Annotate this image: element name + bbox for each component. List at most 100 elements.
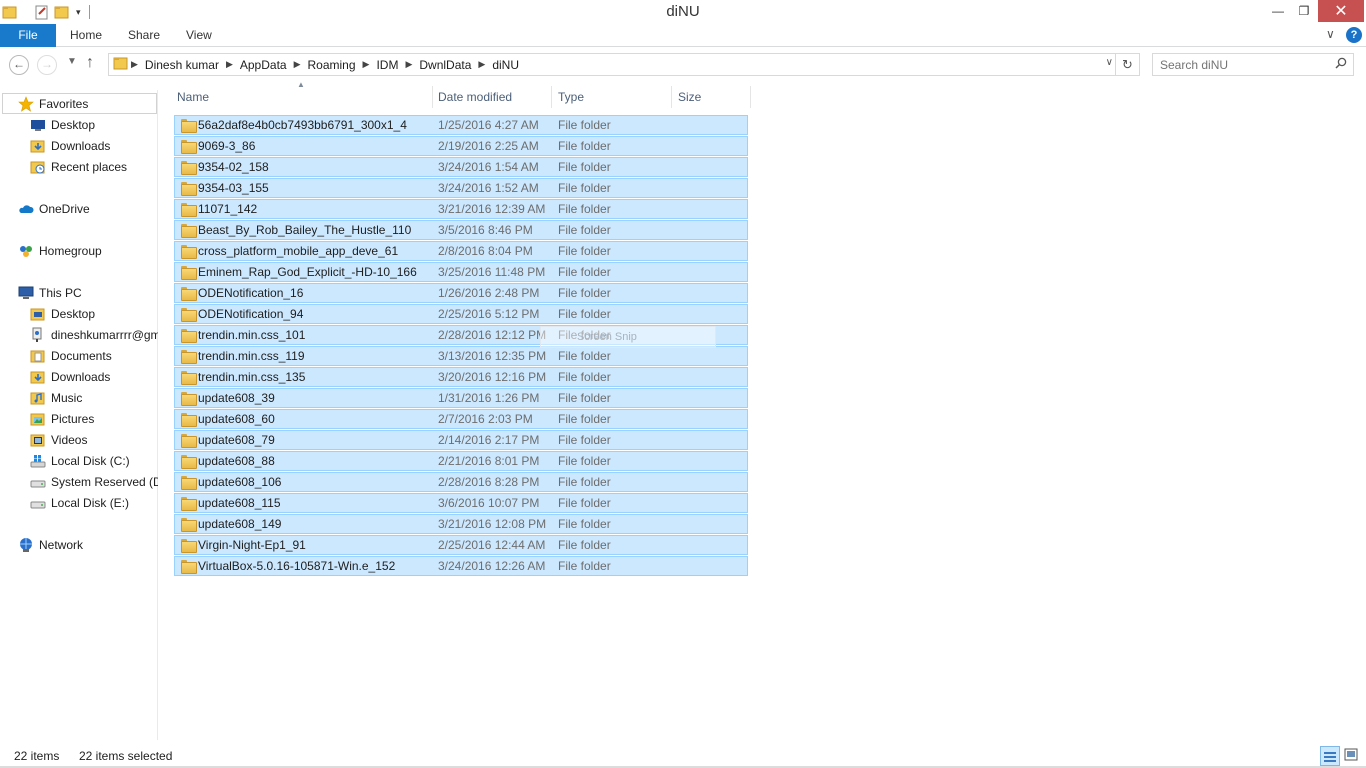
nav-homegroup[interactable]: Homegroup — [18, 240, 102, 261]
file-date-modified: 3/25/2016 11:48 PM — [438, 265, 546, 279]
breadcrumb-separator-icon[interactable]: ▶ — [403, 59, 414, 70]
file-row[interactable]: update608_106 2/28/2016 8:28 PM File folde… — [174, 472, 748, 492]
column-header-type[interactable]: Type — [558, 86, 584, 108]
forward-button[interactable]: → — [37, 55, 57, 75]
breadcrumb-separator-icon[interactable]: ▶ — [361, 59, 372, 70]
file-type: File folder — [558, 391, 611, 405]
nav-this-pc[interactable]: This PC — [18, 282, 82, 303]
file-row[interactable]: update608_60 2/7/2016 2:03 PM File folder — [174, 409, 748, 429]
details-view-button[interactable] — [1320, 746, 1340, 766]
column-divider[interactable] — [432, 86, 433, 108]
column-header-size[interactable]: Size — [678, 86, 701, 108]
file-type: File folder — [558, 433, 611, 447]
folder-icon-shape — [180, 349, 197, 364]
file-row[interactable]: update608_79 2/14/2016 2:17 PM File folder — [174, 430, 748, 450]
breadcrumb-dinesh-kumar[interactable]: Dinesh kumar — [140, 58, 224, 72]
tab-home[interactable]: Home — [60, 24, 112, 47]
file-date-modified: 2/7/2016 2:03 PM — [438, 412, 533, 426]
file-row[interactable]: cross_platform_mobile_app_deve_61 2/8/201… — [174, 241, 748, 261]
file-row[interactable]: trendin.min.css_135 3/20/2016 12:16 PM Fil… — [174, 367, 748, 387]
tab-view[interactable]: View — [176, 24, 222, 47]
up-arrow-icon[interactable]: ↑ — [86, 54, 94, 72]
breadcrumb-appdata[interactable]: AppData — [235, 58, 292, 72]
column-divider[interactable] — [750, 86, 751, 108]
nav-label: Downloads — [51, 138, 111, 153]
address-bar[interactable]: ▶ Dinesh kumar ▶ AppData ▶ Roaming ▶ IDM… — [108, 53, 1140, 76]
breadcrumb-dinu[interactable]: diNU — [487, 58, 524, 72]
nav-label: Pictures — [51, 411, 95, 426]
large-icons-view-button[interactable] — [1342, 746, 1362, 766]
breadcrumb-separator-icon[interactable]: ▶ — [129, 59, 140, 70]
breadcrumb-separator-icon[interactable]: ▶ — [292, 59, 303, 70]
search-icon[interactable] — [1335, 57, 1347, 72]
file-type: File folder — [558, 160, 611, 174]
file-type: File folder — [558, 517, 611, 531]
search-box[interactable] — [1152, 53, 1354, 76]
restore-button[interactable]: ❐ — [1288, 0, 1320, 22]
file-row[interactable]: 11071_142 3/21/2016 12:39 AM File folder — [174, 199, 748, 219]
file-row[interactable]: Virgin-Night-Ep1_91 2/25/2016 12:44 AM Fil… — [174, 535, 748, 555]
nav-pc-local-disk-c[interactable]: Local Disk (C:) — [30, 450, 158, 471]
file-row[interactable]: 9354-03_155 3/24/2016 1:52 AM File folder — [174, 178, 748, 198]
nav-pc-system-reserved-d[interactable]: System Reserved (D: — [30, 471, 158, 492]
tab-share[interactable]: Share — [118, 24, 170, 47]
breadcrumb-separator-icon[interactable]: ▶ — [476, 59, 487, 70]
nav-pc-pictures[interactable]: Pictures — [30, 408, 158, 429]
close-button[interactable]: ✕ — [1318, 0, 1364, 22]
nav-network[interactable]: Network — [18, 534, 83, 555]
file-name: 9069-3_86 — [198, 139, 256, 153]
file-name: Eminem_Rap_God_Explicit_-HD-10_166 — [198, 265, 417, 279]
back-button[interactable]: ← — [9, 55, 29, 75]
refresh-icon[interactable]: ↻ — [1115, 54, 1139, 75]
file-row[interactable]: Beast_By_Rob_Bailey_The_Hustle_110 3/5/20… — [174, 220, 748, 240]
nav-pc-music[interactable]: Music — [30, 387, 158, 408]
nav-pc-downloads[interactable]: Downloads — [30, 366, 158, 387]
file-row[interactable]: update608_115 3/6/2016 10:07 PM File folde… — [174, 493, 748, 513]
file-name: trendin.min.css_119 — [198, 349, 305, 363]
breadcrumb-separator-icon[interactable]: ▶ — [224, 59, 235, 70]
file-row[interactable]: update608_149 3/21/2016 12:08 PM File fold… — [174, 514, 748, 534]
nav-pc-network-account[interactable]: dineshkumarrrr@gm — [30, 324, 158, 345]
breadcrumb-roaming[interactable]: Roaming — [303, 58, 361, 72]
nav-favorites-desktop[interactable]: Desktop — [30, 114, 158, 135]
recent-locations-dropdown-icon[interactable]: ▼ — [67, 56, 77, 67]
nav-pc-desktop[interactable]: Desktop — [30, 303, 158, 324]
file-name: ODENotification_94 — [198, 307, 304, 321]
file-row[interactable]: 56a2daf8e4b0cb7493bb6791_300x1_4 1/25/201… — [174, 115, 748, 135]
address-history-dropdown-icon[interactable]: ∨ — [1106, 57, 1113, 68]
column-divider[interactable] — [551, 86, 552, 108]
breadcrumb-idm[interactable]: IDM — [371, 58, 403, 72]
column-divider[interactable] — [671, 86, 672, 108]
file-row[interactable]: update608_88 2/21/2016 8:01 PM File folder — [174, 451, 748, 471]
nav-onedrive[interactable]: OneDrive — [18, 198, 90, 219]
breadcrumb-dwnldata[interactable]: DwnlData — [414, 58, 476, 72]
file-date-modified: 1/26/2016 2:48 PM — [438, 286, 540, 300]
file-row[interactable]: 9354-02_158 3/24/2016 1:54 AM File folder — [174, 157, 748, 177]
help-icon[interactable]: ? — [1346, 27, 1362, 43]
nav-pc-local-disk-e[interactable]: Local Disk (E:) — [30, 492, 158, 513]
file-row[interactable]: update608_39 1/31/2016 1:26 PM File folder — [174, 388, 748, 408]
column-header-date-modified[interactable]: Date modified — [438, 86, 512, 108]
file-name: update608_149 — [198, 517, 282, 531]
desktop-folder-icon — [30, 306, 46, 322]
nav-pc-documents[interactable]: Documents — [30, 345, 158, 366]
file-row[interactable]: Eminem_Rap_God_Explicit_-HD-10_166 3/25/2… — [174, 262, 748, 282]
folder-icon-shape — [180, 475, 197, 490]
nav-label: Favorites — [39, 96, 89, 111]
file-row[interactable]: trendin.min.css_119 3/13/2016 12:35 PM Fil… — [174, 346, 748, 366]
folder-icon-shape — [180, 139, 197, 154]
file-row[interactable]: ODENotification_16 1/26/2016 2:48 PM File … — [174, 283, 748, 303]
expand-ribbon-icon[interactable]: ∨ — [1326, 27, 1335, 41]
file-row[interactable]: VirtualBox-5.0.16-105871-Win.e_152 3/24/2… — [174, 556, 748, 576]
tab-file[interactable]: File — [0, 24, 56, 47]
nav-favorites-recent-places[interactable]: Recent places — [30, 156, 158, 177]
nav-pc-videos[interactable]: Videos — [30, 429, 158, 450]
file-row[interactable]: 9069-3_86 2/19/2016 2:25 AM File folder — [174, 136, 748, 156]
folder-icon — [180, 139, 197, 154]
search-input[interactable] — [1153, 54, 1323, 75]
file-row[interactable]: ODENotification_94 2/25/2016 5:12 PM File … — [174, 304, 748, 324]
nav-favorites-downloads[interactable]: Downloads — [30, 135, 158, 156]
nav-favorites[interactable]: Favorites — [2, 93, 157, 114]
drive-icon — [30, 495, 46, 511]
column-header-name[interactable]: Name — [177, 86, 209, 108]
